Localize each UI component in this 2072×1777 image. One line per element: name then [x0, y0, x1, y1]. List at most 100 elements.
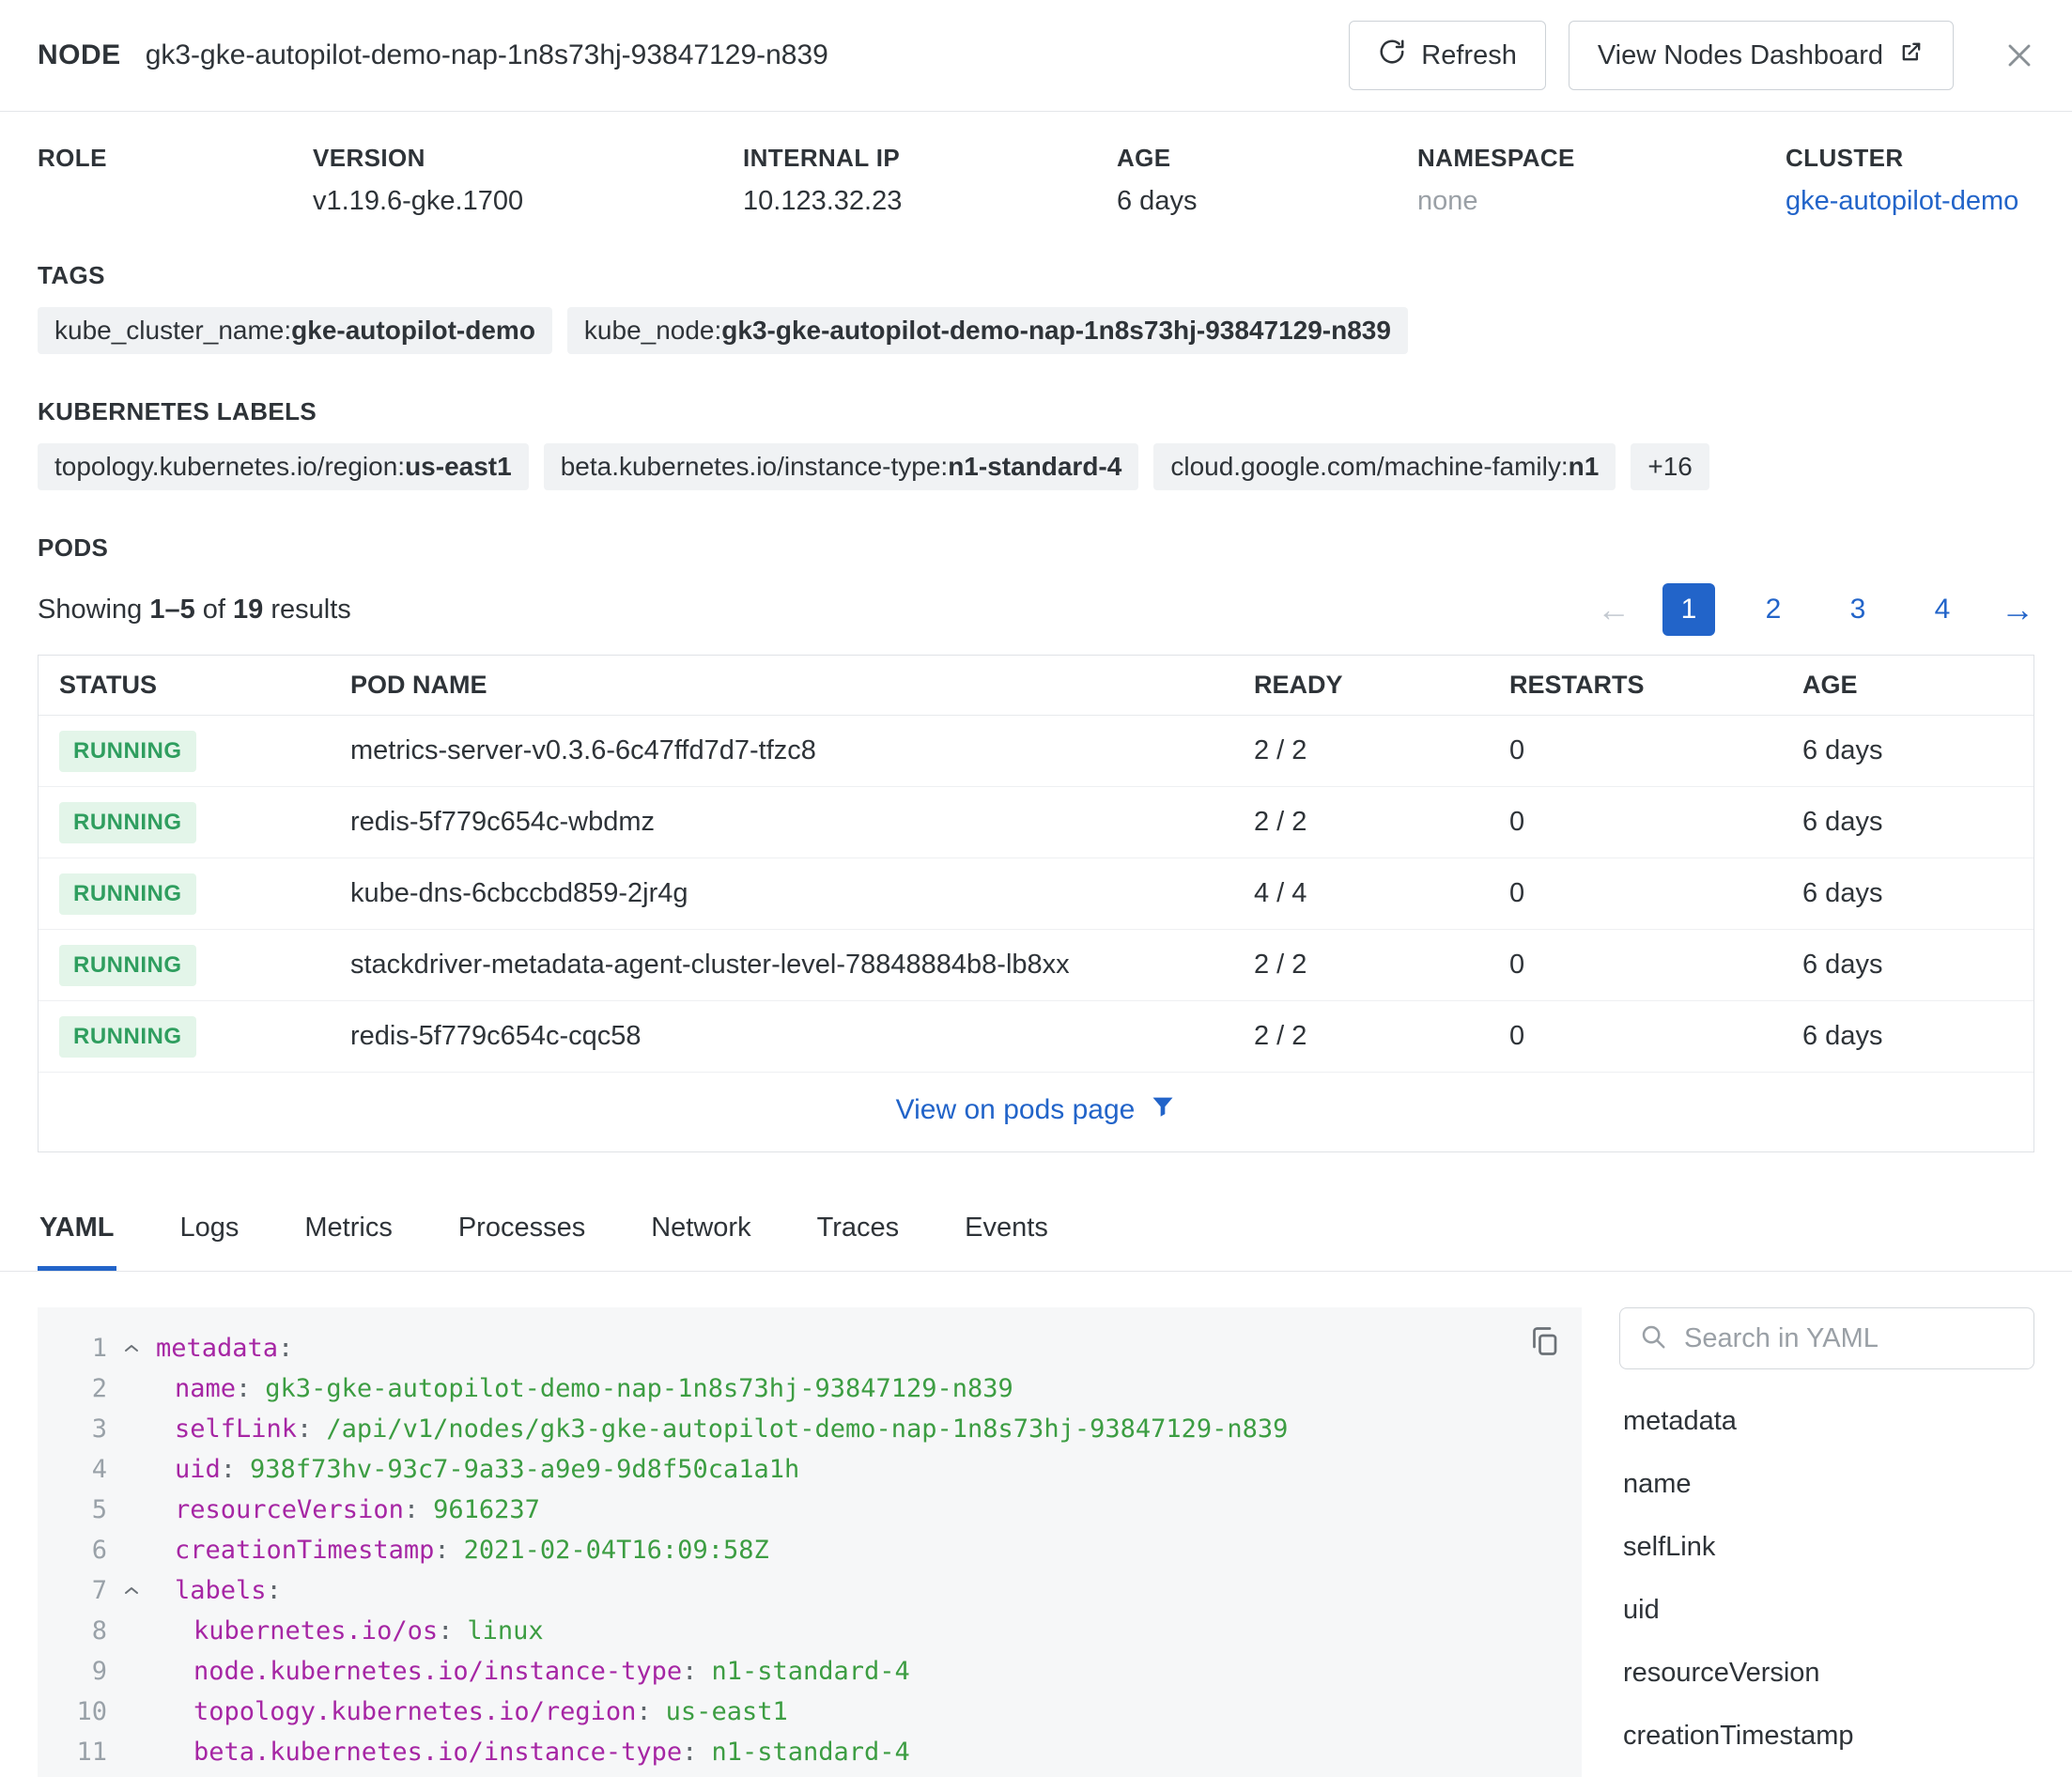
col-status[interactable]: STATUS	[39, 671, 350, 700]
pagination-page-4[interactable]: 4	[1916, 583, 1969, 636]
outline-item-name[interactable]: name	[1619, 1453, 2034, 1516]
meta-namespace: NAMESPACE none	[1417, 144, 1786, 218]
table-row[interactable]: RUNNING redis-5f779c654c-wbdmz 2 / 2 0 6…	[39, 787, 2033, 858]
view-nodes-dashboard-button[interactable]: View Nodes Dashboard	[1569, 21, 1954, 90]
col-restarts[interactable]: RESTARTS	[1509, 671, 1802, 700]
line-number: 5	[38, 1490, 107, 1530]
line-number: 3	[38, 1409, 107, 1449]
pod-age: 6 days	[1802, 1021, 2033, 1052]
outline-item-uid[interactable]: uid	[1619, 1579, 2034, 1642]
col-age[interactable]: AGE	[1802, 671, 2033, 700]
pagination-page-1[interactable]: 1	[1662, 583, 1715, 636]
tags-list: kube_cluster_name:gke-autopilot-demo kub…	[0, 307, 2072, 354]
pod-name[interactable]: kube-dns-6cbccbd859-2jr4g	[350, 878, 1254, 909]
pods-section-label: PODS	[0, 533, 2072, 563]
node-type-label: NODE	[38, 39, 121, 71]
node-meta-row: ROLE VERSION v1.19.6-gke.1700 INTERNAL I…	[0, 112, 2072, 218]
yaml-line: 6 creationTimestamp:2021-02-04T16:09:58Z	[38, 1530, 1582, 1570]
pod-name[interactable]: metrics-server-v0.3.6-6c47ffd7d7-tfzc8	[350, 735, 1254, 766]
outline-item-resourceversion[interactable]: resourceVersion	[1619, 1642, 2034, 1705]
pod-name[interactable]: redis-5f779c654c-cqc58	[350, 1021, 1254, 1052]
table-row[interactable]: RUNNING kube-dns-6cbccbd859-2jr4g 4 / 4 …	[39, 858, 2033, 930]
pod-name[interactable]: redis-5f779c654c-wbdmz	[350, 807, 1254, 838]
yaml-line: 10 topology.kubernetes.io/region:us-east…	[38, 1692, 1582, 1732]
outline-item-selflink[interactable]: selfLink	[1619, 1516, 2034, 1579]
dashboard-label: View Nodes Dashboard	[1598, 40, 1883, 71]
status-badge: RUNNING	[59, 802, 196, 843]
pod-restarts: 0	[1509, 950, 1802, 981]
results-count: Showing 1–5 of 19 results	[38, 595, 351, 626]
outline-item-metadata[interactable]: metadata	[1619, 1390, 2034, 1453]
table-row[interactable]: RUNNING redis-5f779c654c-cqc58 2 / 2 0 6…	[39, 1001, 2033, 1073]
pod-restarts: 0	[1509, 735, 1802, 766]
refresh-button[interactable]: Refresh	[1349, 21, 1546, 90]
yaml-line: 4 uid:938f73hv-93c7-9a33-a9e9-9d8f50ca1a…	[38, 1449, 1582, 1490]
meta-version: VERSION v1.19.6-gke.1700	[313, 144, 743, 218]
tags-section-label: TAGS	[0, 261, 2072, 290]
yaml-panel: 1 metadata: 2 name:gk3-gke-autopilot-dem…	[0, 1272, 2072, 1777]
outline-item-labels[interactable]: labels	[1619, 1768, 2034, 1777]
yaml-key: beta.kubernetes.io/os	[193, 1772, 514, 1777]
line-number: 1	[38, 1328, 107, 1368]
cluster-link[interactable]: gke-autopilot-demo	[1786, 186, 2034, 218]
col-ready[interactable]: READY	[1254, 671, 1509, 700]
yaml-line: 8 kubernetes.io/os:linux	[38, 1611, 1582, 1651]
table-row[interactable]: RUNNING metrics-server-v0.3.6-6c47ffd7d7…	[39, 716, 2033, 787]
tab-network[interactable]: Network	[649, 1198, 752, 1271]
yaml-search-input[interactable]	[1684, 1323, 2038, 1354]
pagination-next-icon[interactable]: →	[2001, 590, 2034, 629]
pod-age: 6 days	[1802, 807, 2033, 838]
k8s-label-pill[interactable]: cloud.google.com/machine-family:n1	[1153, 443, 1616, 490]
tab-processes[interactable]: Processes	[456, 1198, 587, 1271]
pagination-prev-icon[interactable]: ←	[1597, 590, 1631, 629]
node-title: NODE gk3-gke-autopilot-demo-nap-1n8s73hj…	[38, 39, 828, 71]
pod-name[interactable]: stackdriver-metadata-agent-cluster-level…	[350, 950, 1254, 981]
yaml-key: selfLink	[175, 1409, 297, 1449]
tag-pill[interactable]: kube_cluster_name:gke-autopilot-demo	[38, 307, 552, 354]
filter-icon	[1150, 1093, 1176, 1127]
yaml-line: 1 metadata:	[38, 1328, 1582, 1368]
yaml-search-box[interactable]	[1619, 1307, 2034, 1369]
yaml-value: /api/v1/nodes/gk3-gke-autopilot-demo-nap…	[326, 1409, 1288, 1449]
yaml-colon: :	[236, 1368, 251, 1409]
yaml-sidebar: metadata name selfLink uid resourceVersi…	[1619, 1307, 2034, 1777]
tag-pill[interactable]: kube_node:gk3-gke-autopilot-demo-nap-1n8…	[567, 307, 1408, 354]
col-pod-name[interactable]: POD NAME	[350, 671, 1254, 700]
close-icon[interactable]	[2001, 37, 2038, 74]
pods-table-header: STATUS POD NAME READY RESTARTS AGE	[39, 656, 2033, 716]
meta-role: ROLE	[38, 144, 313, 218]
yaml-code-viewer: 1 metadata: 2 name:gk3-gke-autopilot-dem…	[38, 1307, 1582, 1777]
yaml-colon: :	[267, 1570, 282, 1611]
k8s-label-pill[interactable]: beta.kubernetes.io/instance-type:n1-stan…	[544, 443, 1139, 490]
yaml-key: node.kubernetes.io/instance-type	[193, 1651, 682, 1692]
view-on-pods-page-link[interactable]: View on pods page	[39, 1073, 2033, 1151]
tab-traces[interactable]: Traces	[815, 1198, 902, 1271]
pod-restarts: 0	[1509, 807, 1802, 838]
tab-events[interactable]: Events	[963, 1198, 1050, 1271]
outline-item-creationtimestamp[interactable]: creationTimestamp	[1619, 1705, 2034, 1768]
yaml-line: 3 selfLink:/api/v1/nodes/gk3-gke-autopil…	[38, 1409, 1582, 1449]
k8s-label-pill[interactable]: topology.kubernetes.io/region:us-east1	[38, 443, 529, 490]
tab-logs[interactable]: Logs	[178, 1198, 241, 1271]
yaml-value: 2021-02-04T16:09:58Z	[464, 1530, 769, 1570]
collapse-arrow-icon[interactable]	[107, 1337, 156, 1360]
line-number: 10	[38, 1692, 107, 1732]
pod-ready: 2 / 2	[1254, 950, 1509, 981]
panel-header: NODE gk3-gke-autopilot-demo-nap-1n8s73hj…	[0, 0, 2072, 112]
pagination-page-3[interactable]: 3	[1832, 583, 1884, 636]
external-link-icon	[1898, 39, 1925, 72]
pods-table: STATUS POD NAME READY RESTARTS AGE RUNNI…	[38, 655, 2034, 1152]
pod-ready: 2 / 2	[1254, 807, 1509, 838]
k8s-labels-more-pill[interactable]: +16	[1631, 443, 1709, 490]
yaml-key: resourceVersion	[175, 1490, 404, 1530]
yaml-key: beta.kubernetes.io/instance-type	[193, 1732, 682, 1772]
tab-metrics[interactable]: Metrics	[302, 1198, 394, 1271]
line-number: 2	[38, 1368, 107, 1409]
status-badge: RUNNING	[59, 731, 196, 772]
collapse-arrow-icon[interactable]	[107, 1580, 156, 1602]
tab-yaml[interactable]: YAML	[38, 1198, 116, 1271]
copy-icon[interactable]	[1527, 1324, 1561, 1363]
table-row[interactable]: RUNNING stackdriver-metadata-agent-clust…	[39, 930, 2033, 1001]
meta-internal-ip: INTERNAL IP 10.123.32.23	[743, 144, 1117, 218]
pagination-page-2[interactable]: 2	[1747, 583, 1800, 636]
